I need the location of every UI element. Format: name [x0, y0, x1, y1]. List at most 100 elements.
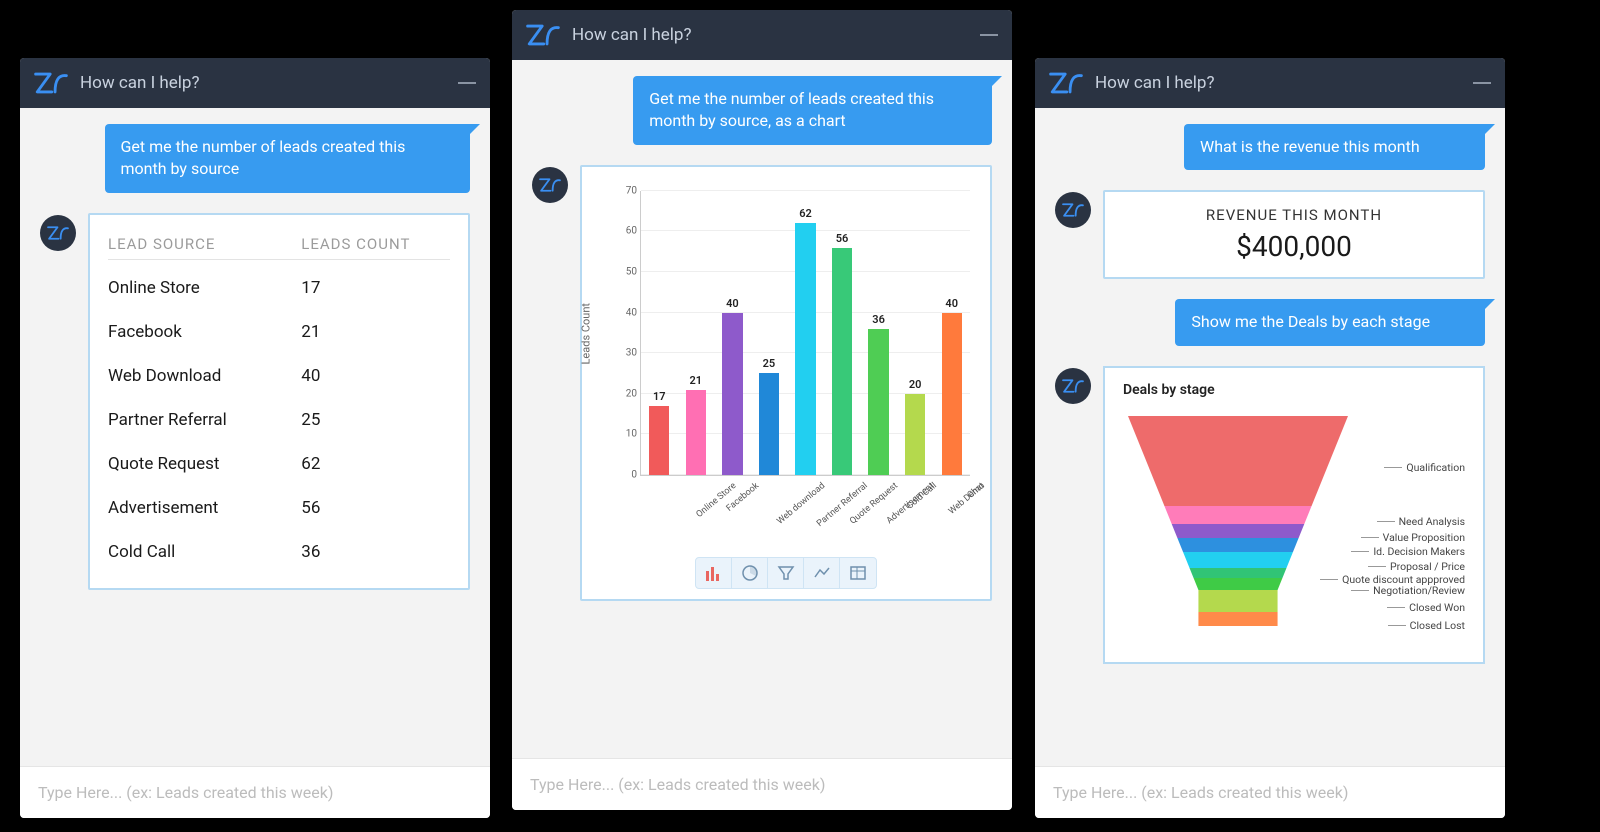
bot-message-row: REVENUE THIS MONTH $400,000	[1055, 190, 1485, 279]
user-message: Show me the Deals by each stage	[1175, 299, 1485, 345]
cell-count: 62	[301, 454, 450, 474]
user-message: What is the revenue this month	[1184, 124, 1485, 170]
zia-avatar-icon	[532, 167, 568, 203]
cell-source: Partner Referral	[108, 410, 301, 430]
user-message: Get me the number of leads created this …	[105, 124, 471, 193]
leads-table-card: LEAD SOURCE LEADS COUNT Online Store17 Fa…	[88, 213, 470, 590]
funnel-card: Deals by stage QualificationNeed Analysi…	[1103, 366, 1485, 664]
chart-xtick: Chat	[965, 481, 986, 501]
table-row: Advertisement56	[108, 486, 450, 530]
funnel-stage-label: Closed Won	[1409, 601, 1465, 614]
panel-body: What is the revenue this month REVENUE T…	[1035, 108, 1505, 818]
chart-ytick: 50	[617, 266, 637, 277]
cell-count: 56	[301, 498, 450, 518]
funnel-stage-label: Need Analysis	[1399, 515, 1465, 528]
chat-panel-revenue: How can I help? What is the revenue this…	[1035, 58, 1505, 818]
chart-bar-value: 17	[653, 390, 666, 403]
zia-logo-icon	[526, 24, 560, 46]
chart-type-table-icon[interactable]	[840, 558, 876, 588]
chart-bar-value: 40	[945, 297, 958, 310]
cell-source: Facebook	[108, 322, 301, 342]
funnel-stage-label: Negotiation/Review	[1373, 584, 1465, 597]
user-message: Get me the number of leads created this …	[633, 76, 992, 145]
funnel-chart: QualificationNeed AnalysisValue Proposit…	[1123, 406, 1465, 656]
funnel-title: Deals by stage	[1123, 382, 1465, 398]
chart-bar-value: 62	[799, 207, 812, 220]
cell-count: 21	[301, 322, 450, 342]
table-row: Quote Request62	[108, 442, 450, 486]
cell-count: 17	[301, 278, 450, 298]
funnel-stage-label: Value Proposition	[1383, 531, 1465, 544]
chart-bar: 21Facebook	[686, 390, 706, 475]
chart-bar: 62Quote Request	[795, 223, 815, 475]
cell-source: Quote Request	[108, 454, 301, 474]
zia-avatar-icon	[1055, 368, 1091, 404]
chat-input[interactable]: Type Here... (ex: Leads created this wee…	[512, 758, 1012, 810]
revenue-card: REVENUE THIS MONTH $400,000	[1103, 190, 1485, 279]
bot-message-row: Leads Count 01020304050607017Online Stor…	[532, 165, 992, 601]
cell-count: 36	[301, 542, 450, 562]
zia-avatar-icon	[1055, 192, 1091, 228]
panel-header: How can I help?	[512, 10, 1012, 60]
table-row: Cold Call36	[108, 530, 450, 574]
chart-bar: 25Partner Referral	[759, 373, 779, 474]
minimize-button[interactable]	[1473, 82, 1491, 84]
panel-title: How can I help?	[1095, 73, 1473, 93]
bot-message-row: LEAD SOURCE LEADS COUNT Online Store17 Fa…	[40, 213, 470, 590]
funnel-slice	[1172, 524, 1305, 538]
chart-bar: 40Web download	[722, 313, 742, 475]
chat-panel-table: How can I help? Get me the number of lea…	[20, 58, 490, 818]
chart-bar-value: 20	[909, 378, 922, 391]
revenue-value: $400,000	[1123, 230, 1465, 263]
cell-count: 25	[301, 410, 450, 430]
funnel-svg	[1123, 406, 1353, 636]
chart-type-pie-icon[interactable]	[732, 558, 768, 588]
bar-chart: Leads Count 01020304050607017Online Stor…	[592, 181, 980, 551]
funnel-slice	[1164, 506, 1311, 524]
chart-bar-value: 56	[836, 232, 849, 245]
chart-bar: 36Cold Call	[868, 329, 888, 475]
chart-ytick: 40	[617, 307, 637, 318]
minimize-button[interactable]	[458, 82, 476, 84]
bot-message-row: Deals by stage QualificationNeed Analysi…	[1055, 366, 1485, 664]
chat-area: Get me the number of leads created this …	[512, 60, 1012, 758]
table-row: Facebook21	[108, 310, 450, 354]
panel-title: How can I help?	[572, 25, 980, 45]
chart-bar-value: 40	[726, 297, 739, 310]
chat-input[interactable]: Type Here... (ex: Leads created this wee…	[1035, 766, 1505, 818]
cell-source: Online Store	[108, 278, 301, 298]
cell-count: 40	[301, 366, 450, 386]
chart-type-toolbar	[695, 557, 877, 589]
chart-ytick: 0	[617, 469, 637, 480]
panel-header: How can I help?	[20, 58, 490, 108]
chart-type-bar-icon[interactable]	[696, 558, 732, 588]
chart-ylabel: Leads Count	[580, 303, 593, 365]
chart-bar-value: 21	[690, 374, 703, 387]
col-header-source: LEAD SOURCE	[108, 235, 301, 253]
funnel-slice	[1198, 612, 1277, 626]
minimize-button[interactable]	[980, 34, 998, 36]
chart-ytick: 70	[617, 185, 637, 196]
funnel-slice	[1194, 578, 1283, 590]
chat-panel-chart: How can I help? Get me the number of lea…	[512, 10, 1012, 810]
panel-body: Get me the number of leads created this …	[512, 60, 1012, 810]
chart-type-funnel-icon[interactable]	[768, 558, 804, 588]
chart-ytick: 60	[617, 226, 637, 237]
cell-source: Advertisement	[108, 498, 301, 518]
chart-bar: 56Advertisement	[832, 248, 852, 475]
chart-type-line-icon[interactable]	[804, 558, 840, 588]
chart-bar-value: 25	[763, 357, 776, 370]
chart-bar-value: 36	[872, 313, 885, 326]
table-row: Partner Referral25	[108, 398, 450, 442]
chart-bar: 20Web Demo	[905, 394, 925, 475]
chart-bar: 17Online Store	[649, 406, 669, 475]
zia-avatar-icon	[40, 215, 76, 251]
zia-logo-icon	[1049, 72, 1083, 94]
chat-input[interactable]: Type Here... (ex: Leads created this wee…	[20, 766, 490, 818]
chat-area: What is the revenue this month REVENUE T…	[1035, 108, 1505, 766]
zia-logo-icon	[34, 72, 68, 94]
chart-ytick: 10	[617, 429, 637, 440]
table-header: LEAD SOURCE LEADS COUNT	[108, 229, 450, 260]
table-row: Web Download40	[108, 354, 450, 398]
funnel-slice	[1183, 552, 1293, 568]
